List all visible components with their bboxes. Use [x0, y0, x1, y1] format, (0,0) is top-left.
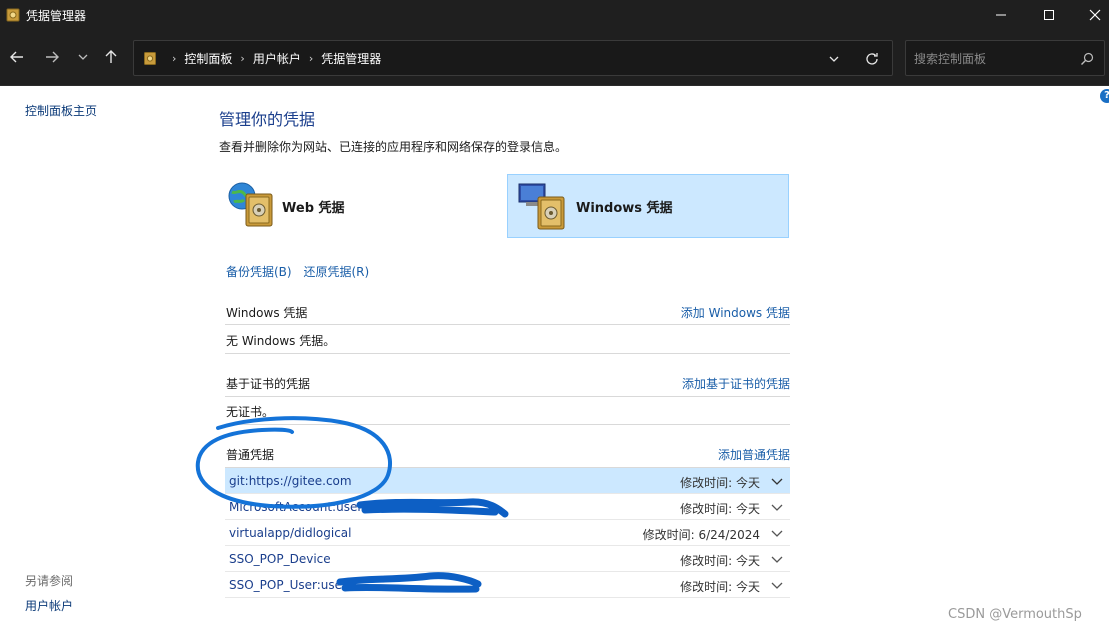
maximize-button[interactable]: [1026, 0, 1072, 30]
credential-row-microsoft-account[interactable]: MicrosoftAccount:user= 修改时间: 今天: [225, 494, 790, 520]
credential-modified: 修改时间: 今天: [680, 476, 760, 490]
credential-modified: 修改时间: 今天: [680, 502, 760, 516]
refresh-icon[interactable]: [864, 51, 880, 67]
close-icon: [1089, 9, 1101, 21]
chevron-right-icon: ›: [240, 52, 245, 65]
arrow-left-icon: [10, 51, 23, 63]
credential-modified: 修改时间: 今天: [680, 554, 760, 568]
watermark: CSDN @VermouthSp: [948, 607, 1082, 622]
credential-modified: 修改时间: 今天: [680, 580, 760, 594]
credential-name: MicrosoftAccount:user=: [229, 500, 373, 514]
chevron-down-icon[interactable]: [826, 51, 842, 67]
address-bar[interactable]: › 控制面板 › 用户帐户 › 凭据管理器: [133, 40, 893, 76]
divider: [225, 424, 790, 425]
divider: [225, 353, 790, 354]
control-panel-home-link[interactable]: 控制面板主页: [25, 102, 97, 119]
credential-row-gitee[interactable]: git:https://gitee.com 修改时间: 今天: [225, 468, 790, 494]
add-certificate-credential-link[interactable]: 添加基于证书的凭据: [610, 375, 790, 392]
minimize-icon: [996, 14, 1006, 16]
certificate-empty-text: 无证书。: [226, 405, 275, 419]
chevron-down-icon[interactable]: [770, 552, 784, 566]
credential-modified: 修改时间: 6/24/2024: [642, 528, 760, 542]
user-accounts-link[interactable]: 用户帐户: [25, 597, 73, 614]
credential-name: SSO_POP_Device: [229, 552, 331, 566]
search-box[interactable]: [905, 40, 1105, 76]
backup-restore-links: 备份凭据(B) 还原凭据(R): [226, 263, 377, 280]
chevron-right-icon: ›: [172, 52, 177, 65]
search-input[interactable]: [914, 50, 1074, 68]
credential-row-sso-pop-device[interactable]: SSO_POP_Device 修改时间: 今天: [225, 546, 790, 572]
credential-manager-icon: [6, 8, 20, 22]
breadcrumb-control-panel[interactable]: 控制面板: [184, 50, 232, 67]
arrow-up-icon: [105, 50, 117, 63]
web-credentials-tab[interactable]: Web 凭据: [226, 174, 496, 238]
windows-credentials-label: Windows 凭据: [576, 200, 673, 216]
chevron-down-icon[interactable]: [770, 578, 784, 592]
up-button[interactable]: [100, 46, 122, 68]
backup-credentials-link[interactable]: 备份凭据(B): [226, 265, 292, 279]
breadcrumb-user-accounts[interactable]: 用户帐户: [253, 50, 301, 67]
breadcrumb-credential-manager[interactable]: 凭据管理器: [321, 50, 381, 67]
help-icon[interactable]: ?: [1100, 89, 1109, 103]
divider: [225, 396, 790, 397]
windows-credentials-empty-text: 无 Windows 凭据。: [226, 334, 336, 348]
navigation-bar: › 控制面板 › 用户帐户 › 凭据管理器: [0, 30, 1109, 86]
search-icon[interactable]: [1079, 51, 1095, 67]
breadcrumb: › 控制面板 › 用户帐户 › 凭据管理器: [164, 50, 381, 67]
title-bar: 凭据管理器: [0, 0, 1109, 30]
forward-button[interactable]: [41, 46, 63, 68]
chevron-down-icon[interactable]: [770, 474, 784, 488]
credential-row-sso-pop-user[interactable]: SSO_POP_User:user= 修改时间: 今天: [225, 572, 790, 598]
chevron-down-icon: [78, 54, 88, 60]
restore-credentials-link[interactable]: 还原凭据(R): [303, 265, 369, 279]
close-button[interactable]: [1072, 0, 1109, 30]
credential-name: git:https://gitee.com: [229, 474, 352, 488]
back-button[interactable]: [6, 46, 28, 68]
windows-credentials-tab[interactable]: Windows 凭据: [507, 174, 789, 238]
certificate-credentials-section-title: 基于证书的凭据: [226, 377, 311, 391]
add-generic-credential-link[interactable]: 添加普通凭据: [640, 446, 790, 463]
maximize-icon: [1044, 10, 1054, 20]
credential-name: SSO_POP_User:user=: [229, 578, 358, 592]
add-windows-credential-link[interactable]: 添加 Windows 凭据: [620, 304, 790, 321]
generic-credentials-section-title: 普通凭据: [226, 448, 275, 462]
windows-credentials-section-title: Windows 凭据: [226, 306, 308, 320]
minimize-button[interactable]: [978, 0, 1024, 30]
chevron-down-icon[interactable]: [770, 526, 784, 540]
credential-manager-icon: [144, 52, 156, 65]
web-credentials-label: Web 凭据: [282, 200, 345, 216]
page-title: 管理你的凭据: [219, 110, 316, 129]
credential-name: virtualapp/didlogical: [229, 526, 352, 540]
see-also-label: 另请参阅: [25, 574, 74, 588]
chevron-right-icon: ›: [308, 52, 314, 65]
window-title: 凭据管理器: [26, 9, 87, 23]
page-subtitle: 查看并删除你为网站、已连接的应用程序和网络保存的登录信息。: [219, 140, 568, 154]
arrow-right-icon: [46, 51, 59, 63]
windows-credentials-icon: [518, 183, 565, 230]
divider: [225, 324, 790, 325]
chevron-down-icon[interactable]: [770, 500, 784, 514]
web-credentials-icon: [228, 182, 273, 227]
recent-locations-button[interactable]: [72, 46, 94, 68]
credential-row-virtualapp[interactable]: virtualapp/didlogical 修改时间: 6/24/2024: [225, 520, 790, 546]
